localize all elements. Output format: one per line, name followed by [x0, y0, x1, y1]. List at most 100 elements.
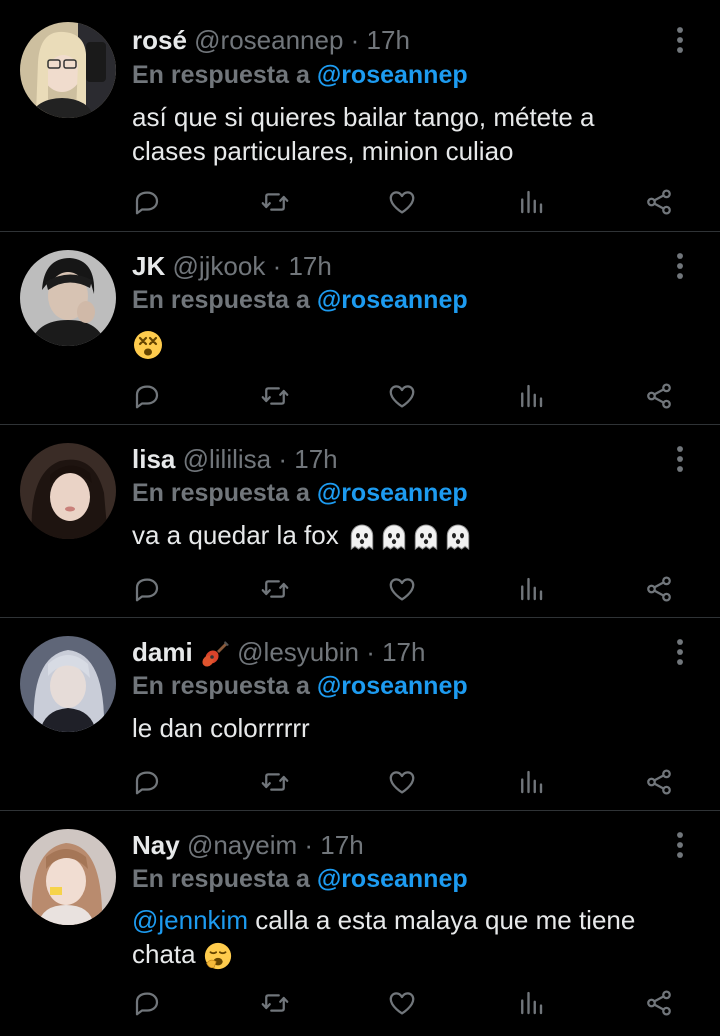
- reply-icon: [132, 381, 162, 411]
- display-name[interactable]: Nay: [132, 830, 180, 860]
- retweet-button[interactable]: [255, 571, 295, 607]
- action-bar: [0, 571, 720, 607]
- avatar[interactable]: [20, 250, 116, 346]
- like-icon: [387, 767, 417, 797]
- retweet-icon: [260, 381, 290, 411]
- timestamp[interactable]: · 17h: [351, 25, 410, 55]
- share-icon: [644, 187, 674, 217]
- analytics-icon: [516, 988, 546, 1018]
- share-icon: [644, 767, 674, 797]
- timestamp[interactable]: · 17h: [366, 637, 425, 667]
- reply-button[interactable]: [127, 985, 167, 1021]
- reply-prefix: En respuesta a: [132, 865, 310, 893]
- display-name[interactable]: JK: [132, 251, 165, 281]
- dizzy-face-emoji: [134, 331, 162, 360]
- reply-button[interactable]: [127, 378, 167, 414]
- more-icon[interactable]: [664, 250, 696, 282]
- user-handle[interactable]: @lesyubin: [237, 637, 359, 667]
- tweet-text: así que si quieres bailar tango, métete …: [132, 100, 692, 168]
- retweet-button[interactable]: [255, 764, 295, 800]
- avatar[interactable]: [20, 443, 116, 539]
- timestamp[interactable]: · 17h: [304, 830, 363, 860]
- like-button[interactable]: [382, 764, 422, 800]
- analytics-button[interactable]: [511, 184, 551, 220]
- ghost-emoji: [410, 521, 442, 553]
- share-button[interactable]: [639, 184, 679, 220]
- analytics-button[interactable]: [511, 378, 551, 414]
- user-handle[interactable]: @roseannep: [194, 25, 343, 55]
- analytics-icon: [516, 767, 546, 797]
- tweet-text-line: le dan colorrrrrr: [132, 713, 310, 743]
- avatar[interactable]: [20, 22, 116, 118]
- tweet-text-line: clases particulares, minion culiao: [132, 136, 514, 166]
- reply-prefix: En respuesta a: [132, 672, 310, 700]
- user-handle[interactable]: @jjkook: [172, 251, 265, 281]
- reply-to-link[interactable]: @roseannep: [317, 672, 468, 700]
- reply-to-link[interactable]: @roseannep: [317, 865, 468, 893]
- reply-prefix: En respuesta a: [132, 479, 310, 507]
- more-icon[interactable]: [664, 829, 696, 861]
- analytics-icon: [516, 574, 546, 604]
- tweet-text: le dan colorrrrrr: [132, 711, 692, 745]
- more-icon[interactable]: [664, 636, 696, 668]
- analytics-icon: [516, 187, 546, 217]
- analytics-button[interactable]: [511, 985, 551, 1021]
- like-button[interactable]: [382, 985, 422, 1021]
- retweet-button[interactable]: [255, 184, 295, 220]
- timestamp[interactable]: · 17h: [278, 444, 337, 474]
- share-icon: [644, 381, 674, 411]
- share-icon: [644, 574, 674, 604]
- ghost-emoji: [346, 521, 378, 553]
- display-name[interactable]: lisa: [132, 444, 175, 474]
- user-handle[interactable]: @lililisa: [183, 444, 272, 474]
- reply-to-link[interactable]: @roseannep: [317, 61, 468, 89]
- analytics-button[interactable]: [511, 764, 551, 800]
- user-handle[interactable]: @nayeim: [187, 830, 297, 860]
- tweet-text-line: chata: [132, 939, 196, 969]
- yawning-face-emoji: [204, 943, 231, 970]
- tweet-nayeim[interactable]: Nay @nayeim · 17h En respuesta a @rosean…: [0, 811, 720, 1036]
- share-button[interactable]: [639, 985, 679, 1021]
- timestamp[interactable]: · 17h: [273, 251, 332, 281]
- reply-button[interactable]: [127, 571, 167, 607]
- tweet-lesyubin[interactable]: dami @lesyubin · 17h En respuesta a @ros…: [0, 618, 720, 811]
- reply-icon: [132, 767, 162, 797]
- reply-button[interactable]: [127, 184, 167, 220]
- like-button[interactable]: [382, 184, 422, 220]
- tweet-text: va a quedar la fox: [132, 518, 692, 553]
- tweet-lililisa[interactable]: lisa @lililisa · 17h En respuesta a @ros…: [0, 425, 720, 618]
- retweet-button[interactable]: [255, 378, 295, 414]
- display-name[interactable]: dami: [132, 637, 193, 667]
- more-icon[interactable]: [664, 443, 696, 475]
- like-button[interactable]: [382, 378, 422, 414]
- share-icon: [644, 988, 674, 1018]
- share-button[interactable]: [639, 764, 679, 800]
- tweet-roseannep[interactable]: rosé @roseannep · 17h En respuesta a @ro…: [0, 0, 720, 232]
- display-name[interactable]: rosé: [132, 25, 187, 55]
- tweet-text: @jennkim calla a esta malaya que me tien…: [132, 903, 692, 971]
- ghost-emoji: [378, 521, 410, 553]
- like-icon: [387, 187, 417, 217]
- reply-icon: [132, 574, 162, 604]
- reply-to-link[interactable]: @roseannep: [317, 479, 468, 507]
- tweet-text: [132, 326, 692, 361]
- avatar[interactable]: [20, 829, 116, 925]
- tweet-text-line: así que si quieres bailar tango, métete …: [132, 102, 595, 132]
- action-bar: [0, 764, 720, 800]
- action-bar: [0, 985, 720, 1021]
- like-icon: [387, 988, 417, 1018]
- retweet-button[interactable]: [255, 985, 295, 1021]
- avatar[interactable]: [20, 636, 116, 732]
- share-button[interactable]: [639, 378, 679, 414]
- more-icon[interactable]: [664, 24, 696, 56]
- like-button[interactable]: [382, 571, 422, 607]
- retweet-icon: [260, 574, 290, 604]
- analytics-button[interactable]: [511, 571, 551, 607]
- like-icon: [387, 381, 417, 411]
- reply-button[interactable]: [127, 764, 167, 800]
- tweet-jjkook[interactable]: JK @jjkook · 17h En respuesta a @roseann…: [0, 232, 720, 425]
- mention-link[interactable]: @jennkim: [132, 905, 248, 935]
- reply-to-link[interactable]: @roseannep: [317, 286, 468, 314]
- reply-prefix: En respuesta a: [132, 286, 310, 314]
- share-button[interactable]: [639, 571, 679, 607]
